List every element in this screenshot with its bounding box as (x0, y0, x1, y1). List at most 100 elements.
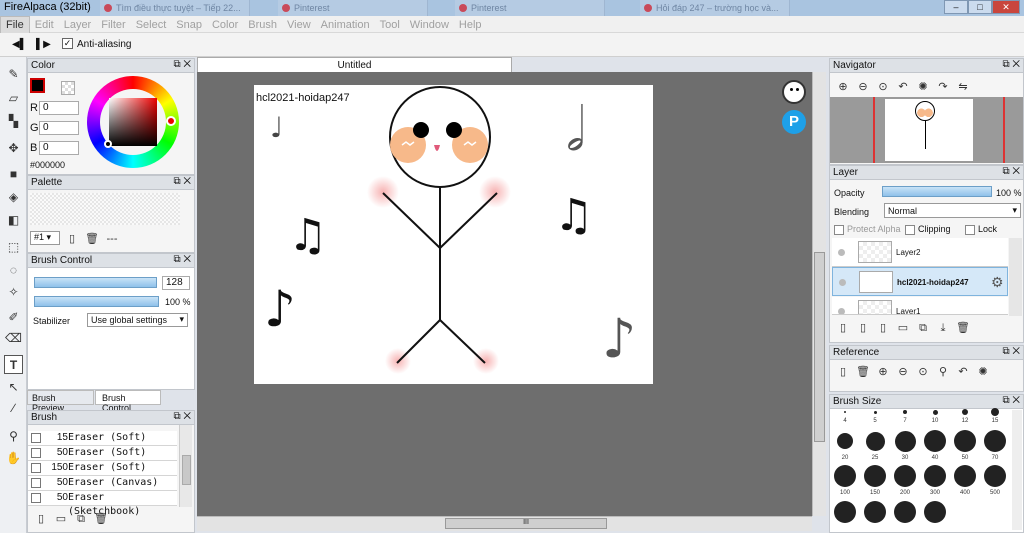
brush-size-preset[interactable] (954, 430, 976, 452)
panel-float-close-icons[interactable]: ⧉ ✕ (173, 176, 191, 187)
brush-size-input[interactable]: 128 (162, 276, 190, 290)
menu-select[interactable]: Select (131, 17, 172, 33)
pen-tool-icon[interactable]: ✎ (4, 65, 23, 84)
panel-float-close-icons[interactable]: ⧉ ✕ (173, 411, 191, 422)
brush-list-scrollbar[interactable] (179, 425, 192, 507)
menu-window[interactable]: Window (405, 17, 454, 33)
menu-animation[interactable]: Animation (316, 17, 375, 33)
panel-float-close-icons[interactable]: ⧉ ✕ (173, 254, 191, 265)
duplicate-icon[interactable]: ⧉ (74, 513, 88, 526)
folder-icon[interactable]: ▭ (54, 512, 68, 525)
brush-size-scrollbar[interactable] (1012, 410, 1022, 530)
menu-snap[interactable]: Snap (171, 17, 207, 33)
gear-icon[interactable]: ⚙ (991, 274, 1004, 291)
brush-size-preset[interactable] (894, 430, 916, 452)
browser-tab[interactable]: Tìm điều thực tuyệt ‒ Tiếp 22... (100, 0, 250, 16)
close-button[interactable]: ✕ (992, 0, 1020, 14)
tab-brush-preview[interactable]: Brush Preview (27, 390, 94, 413)
brush-size-preset[interactable] (984, 465, 1006, 487)
protect-alpha-toggle[interactable]: Protect Alpha (834, 224, 901, 235)
select-eraser-icon[interactable]: ⌫ (4, 329, 23, 348)
zoom-reset-icon[interactable]: ⊙ (876, 80, 890, 93)
rotate-left-icon[interactable]: ↶ (896, 80, 910, 93)
panel-float-close-icons[interactable]: ⧉ ✕ (1002, 59, 1020, 70)
zoom-out-icon[interactable]: ⊖ (896, 365, 910, 378)
visibility-icon[interactable] (838, 249, 845, 256)
menu-color[interactable]: Color (207, 17, 243, 33)
rotate-reset-icon[interactable]: ✺ (976, 365, 990, 378)
brush-size-preset[interactable] (865, 431, 885, 451)
list-item[interactable]: 15 Eraser (Soft) (28, 431, 177, 446)
brush-size-preset[interactable] (924, 465, 946, 487)
saturation-square[interactable] (109, 98, 157, 146)
trash-icon[interactable]: 🗑 (85, 232, 99, 245)
blending-select[interactable]: Normal ▾ (884, 203, 1021, 218)
text-tool-icon[interactable]: T (4, 355, 23, 374)
brush-opacity-slider[interactable] (34, 296, 159, 307)
brush-size-preset[interactable] (834, 501, 856, 523)
brush-size-preset[interactable] (864, 465, 886, 487)
zoom-in-icon[interactable]: ⊕ (836, 80, 850, 93)
tab-untitled[interactable]: Untitled (197, 57, 512, 73)
brush-size-preset[interactable] (844, 411, 846, 413)
eyedropper-icon[interactable]: ⚲ (936, 365, 950, 378)
list-item[interactable]: 50 Eraser (Canvas) (28, 476, 177, 491)
visibility-icon[interactable] (838, 308, 845, 314)
divide-tool-icon[interactable]: ∕ (4, 399, 23, 418)
palette-select[interactable]: #1 ▾ (30, 231, 60, 245)
palette-swatches[interactable] (30, 193, 180, 225)
zoom-reset-icon[interactable]: ⊙ (916, 365, 930, 378)
operation-tool-icon[interactable]: ↖ (4, 378, 23, 397)
bucket-tool-icon[interactable]: ◈ (4, 188, 23, 207)
antialias-checkbox[interactable]: ✓ (62, 38, 73, 49)
brush-checkbox[interactable] (31, 433, 41, 443)
prev-frame-icon[interactable]: ◀▌ (12, 38, 27, 52)
brush-size-preset[interactable] (873, 410, 877, 414)
magic-wand-icon[interactable]: ✧ (4, 283, 23, 302)
brush-size-preset[interactable] (837, 433, 853, 449)
new-layer-icon[interactable]: ▯ (836, 321, 850, 334)
b-input[interactable]: 0 (39, 141, 79, 155)
brush-size-preset[interactable] (834, 465, 856, 487)
gradient-tool-icon[interactable]: ◧ (4, 211, 23, 230)
open-reference-icon[interactable]: ▯ (836, 365, 850, 378)
panel-float-close-icons[interactable]: ⧉ ✕ (1002, 395, 1020, 406)
background-color-swatch[interactable] (61, 81, 75, 95)
lock-toggle[interactable]: Lock (965, 224, 997, 235)
brush-checkbox[interactable] (31, 493, 41, 503)
menu-filter[interactable]: Filter (96, 17, 130, 33)
rotate-left-icon[interactable]: ↶ (956, 365, 970, 378)
brush-size-preset[interactable] (924, 501, 946, 523)
clipping-toggle[interactable]: Clipping (905, 224, 951, 235)
menu-brush[interactable]: Brush (243, 17, 282, 33)
pixiv-icon[interactable]: P (782, 110, 806, 134)
list-item[interactable]: 150 Eraser (Soft) (28, 461, 177, 476)
brush-size-preset[interactable] (864, 501, 886, 523)
brush-checkbox[interactable] (31, 478, 41, 488)
dot-tool-icon[interactable]: ▚ (4, 112, 23, 131)
merge-layer-icon[interactable]: ⤓ (936, 322, 950, 335)
trash-icon[interactable]: 🗑 (856, 365, 870, 378)
brush-size-preset[interactable] (954, 465, 976, 487)
panel-float-close-icons[interactable]: ⧉ ✕ (1002, 166, 1020, 177)
brush-size-preset[interactable] (894, 465, 916, 487)
layer-row[interactable]: Layer1 (832, 297, 1008, 315)
vertical-scrollbar[interactable] (812, 72, 826, 516)
tab-brush-control[interactable]: Brush Control (95, 390, 161, 413)
zoom-out-icon[interactable]: ⊖ (856, 80, 870, 93)
stabilizer-select[interactable]: Use global settings ▾ (87, 313, 188, 327)
drawing-paper[interactable]: hcl2021-hoidap247 ♩ ♫ ♪ 𝅗𝅥 ♫ ♪ (254, 85, 653, 384)
color-picker-handle[interactable] (104, 140, 112, 148)
scrollbar-thumb[interactable]: III (445, 518, 607, 529)
list-item[interactable]: 50 Eraser (Sketchbook) (28, 491, 177, 517)
brush-size-preset[interactable] (903, 410, 907, 414)
rotate-right-icon[interactable]: ↷ (936, 80, 950, 93)
browser-tab[interactable]: Hỏi đáp 247 ‒ trường học và... (640, 0, 790, 16)
brush-size-preset[interactable] (984, 430, 1006, 452)
foreground-color-swatch[interactable] (30, 78, 45, 93)
scrollbar-thumb[interactable] (814, 252, 825, 442)
brush-size-preset[interactable] (894, 501, 916, 523)
g-input[interactable]: 0 (39, 121, 79, 135)
menu-file[interactable]: File (0, 16, 30, 34)
menu-layer[interactable]: Layer (59, 17, 97, 33)
